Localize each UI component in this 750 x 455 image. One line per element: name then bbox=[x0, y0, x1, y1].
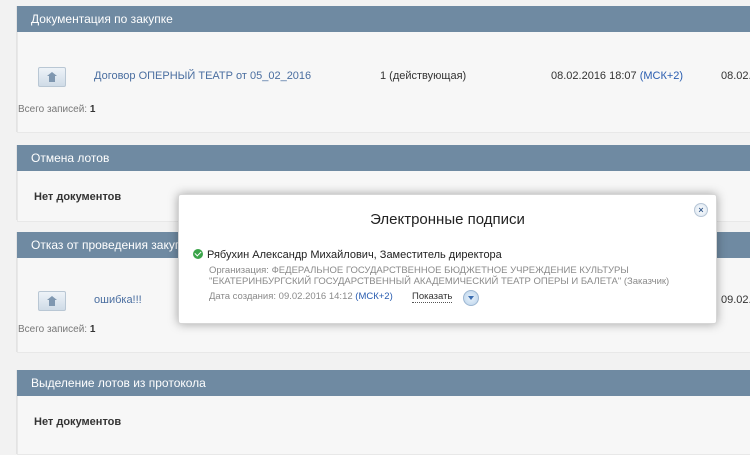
chevron-down-icon[interactable] bbox=[463, 290, 479, 306]
modal-overlay: Электронные подписи × Рябухин Александр … bbox=[0, 0, 750, 454]
signer-organization: Организация: ФЕДЕРАЛЬНОЕ ГОСУДАРСТВЕННОЕ… bbox=[209, 265, 670, 287]
signer-line: Рябухин Александр Михайлович, Заместител… bbox=[193, 249, 502, 261]
show-details-link[interactable]: Показать bbox=[412, 291, 453, 303]
signature-date-label: Дата создания: bbox=[209, 291, 277, 302]
close-icon[interactable]: × bbox=[694, 203, 708, 217]
signer-name: Рябухин Александр Михайлович, Заместител… bbox=[207, 249, 502, 261]
signature-date: Дата создания: 09.02.2016 14:12 (МСК+2) bbox=[209, 291, 393, 302]
signature-date-tz: (МСК+2) bbox=[355, 291, 393, 302]
signatures-dialog: Электронные подписи × Рябухин Александр … bbox=[178, 194, 717, 324]
signature-date-value: 09.02.2016 14:12 bbox=[278, 291, 353, 302]
dialog-title: Электронные подписи bbox=[370, 211, 525, 228]
check-icon bbox=[193, 249, 203, 259]
